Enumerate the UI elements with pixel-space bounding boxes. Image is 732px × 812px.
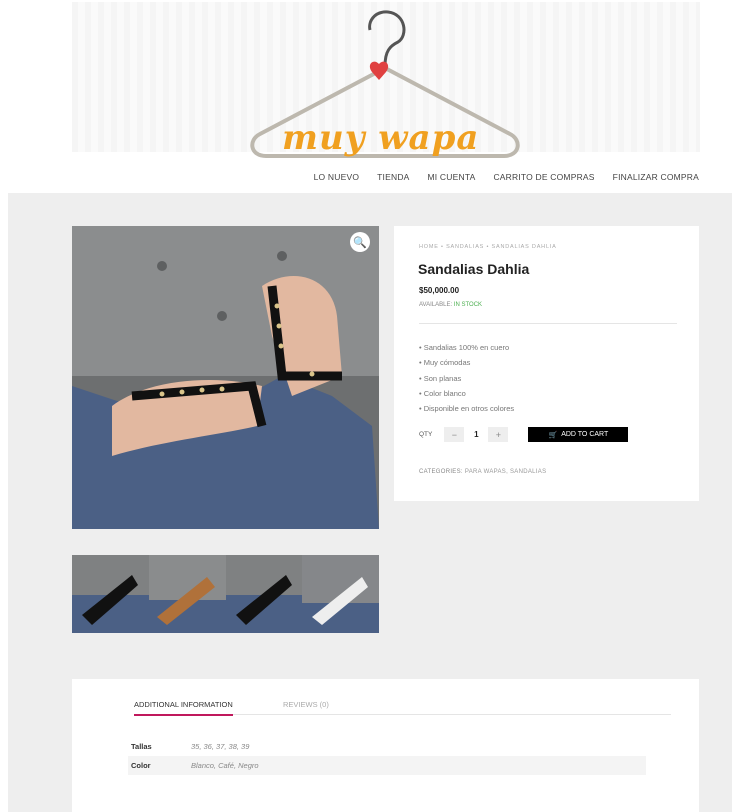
nav-tienda[interactable]: TIENDA: [377, 172, 409, 182]
product-title: Sandalias Dahlia: [418, 261, 530, 277]
qty-minus-button[interactable]: −: [444, 427, 465, 442]
main-nav: LO NUEVO TIENDA MI CUENTA CARRITO DE COM…: [314, 172, 699, 182]
thumbnail-3[interactable]: [225, 555, 303, 633]
add-to-cart-button[interactable]: 🛒 ADD TO CART: [528, 427, 629, 442]
category-links[interactable]: PARA WAPAS, SANDALIAS: [465, 469, 547, 475]
feature-item: Sandalias 100% en cuero: [419, 343, 514, 358]
qty-label: QTY: [419, 431, 433, 438]
tab-reviews[interactable]: REVIEWS (0): [283, 700, 329, 714]
product-thumbnails: [72, 555, 379, 633]
table-row: Color Blanco, Café, Negro: [128, 756, 646, 775]
attribute-value: Blanco, Café, Negro: [191, 761, 259, 770]
product-main-image[interactable]: [72, 226, 379, 529]
product-summary: HOME • SANDALIAS • SANDALIAS DAHLIA Sand…: [394, 226, 699, 501]
product-tabs-card: ADDITIONAL INFORMATION REVIEWS (0) Talla…: [72, 679, 699, 812]
add-to-cart-label: ADD TO CART: [561, 431, 609, 438]
product-price: $50,000.00: [419, 286, 460, 295]
attribute-value: 35, 36, 37, 38, 39: [191, 742, 250, 751]
categories-label: CATEGORIES:: [419, 469, 463, 475]
attribute-name: Tallas: [131, 742, 152, 751]
cart-icon: 🛒: [548, 431, 558, 439]
product-tabs: ADDITIONAL INFORMATION REVIEWS (0): [134, 700, 671, 716]
stock-status: IN STOCK: [453, 302, 483, 308]
logo-text: muy wapa: [282, 118, 480, 158]
breadcrumb: HOME • SANDALIAS • SANDALIAS DAHLIA: [419, 244, 557, 250]
nav-finalizar-compra[interactable]: FINALIZAR COMPRA: [613, 172, 699, 182]
table-row: Tallas 35, 36, 37, 38, 39: [128, 737, 646, 756]
thumbnail-2[interactable]: [148, 555, 226, 633]
nav-lo-nuevo[interactable]: LO NUEVO: [314, 172, 360, 182]
zoom-icon[interactable]: 🔍: [350, 232, 370, 252]
feature-item: Son planas: [419, 374, 514, 389]
nav-carrito[interactable]: CARRITO DE COMPRAS: [493, 172, 594, 182]
feature-list: Sandalias 100% en cuero Muy cómodas Son …: [419, 343, 514, 419]
thumbnail-1[interactable]: [72, 555, 149, 633]
product-categories: CATEGORIES: PARA WAPAS, SANDALIAS: [419, 469, 546, 475]
tab-additional-information[interactable]: ADDITIONAL INFORMATION: [134, 700, 233, 716]
availability: AVAILABLE: IN STOCK: [419, 302, 482, 308]
quantity-stepper: − +: [444, 427, 509, 442]
add-to-cart-form: QTY − + 🛒 ADD TO CART: [419, 427, 629, 442]
thumbnail-4[interactable]: [302, 555, 379, 633]
feature-item: Muy cómodas: [419, 358, 514, 373]
attribute-name: Color: [131, 761, 151, 770]
site-header: muy wapa LO NUEVO TIENDA MI CUENTA CARRI…: [0, 0, 732, 193]
qty-input[interactable]: [464, 430, 489, 439]
availability-label: AVAILABLE:: [419, 302, 453, 308]
attributes-table: Tallas 35, 36, 37, 38, 39 Color Blanco, …: [128, 737, 646, 775]
feature-item: Disponible en otros colores: [419, 404, 514, 419]
qty-plus-button[interactable]: +: [488, 427, 509, 442]
divider: [419, 323, 677, 324]
feature-item: Color blanco: [419, 389, 514, 404]
nav-mi-cuenta[interactable]: MI CUENTA: [428, 172, 476, 182]
